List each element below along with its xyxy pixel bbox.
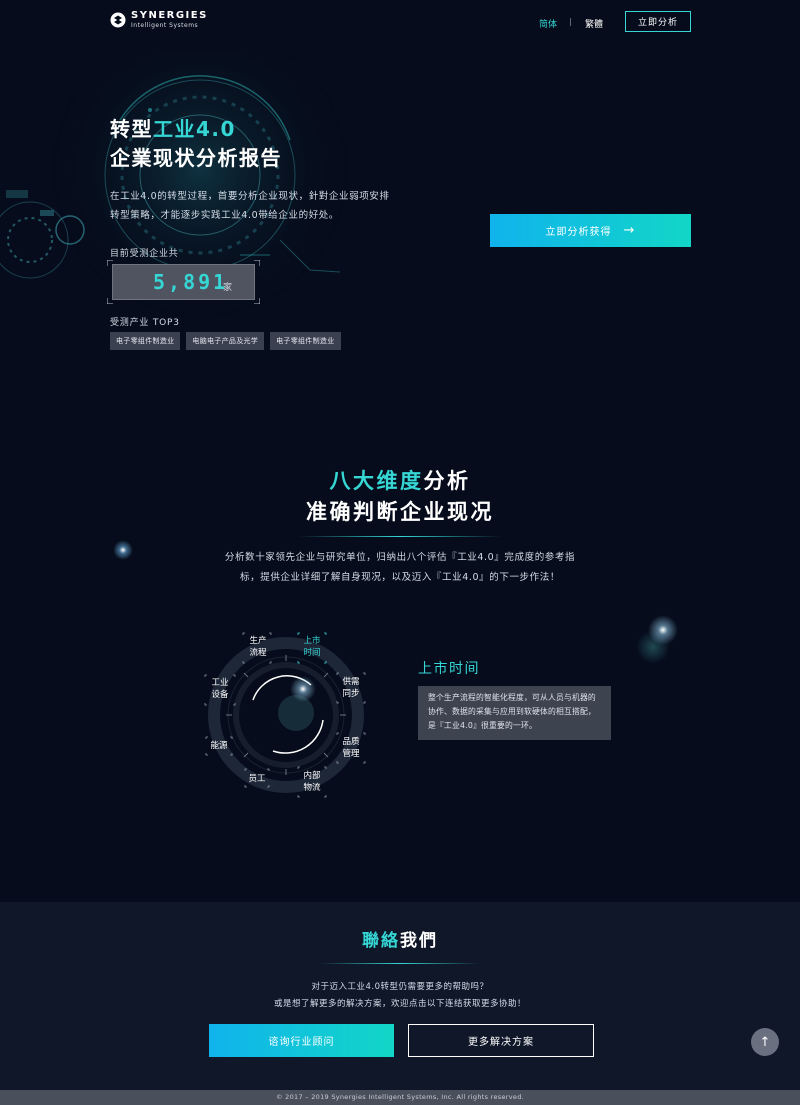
logo-icon — [110, 12, 126, 28]
tested-count-label: 目前受测企业共 — [110, 249, 179, 259]
tested-count-unit: 家 — [223, 283, 233, 293]
dimension-time-to-market[interactable]: 上市 时间 — [299, 635, 325, 659]
sparkle-decoration — [290, 676, 316, 702]
site-header: SYNERGIES Intelligent Systems 简体 | 繁體 立即… — [0, 0, 800, 44]
scroll-to-top-button[interactable]: ↑ — [751, 1028, 779, 1056]
top3-industries-label: 受测产业 TOP3 — [110, 318, 180, 328]
lang-traditional-link[interactable]: 繁體 — [585, 17, 603, 30]
header-analyze-button[interactable]: 立即分析 — [625, 11, 691, 32]
dimension-staff[interactable]: 员工 — [246, 773, 268, 785]
dimensions-description: 分析数十家领先企业与研究单位，归纳出八个评估『工业4.0』完成度的参考指标，提供… — [224, 552, 576, 583]
industry-tags: 电子零组件制造业 电脑电子产品及光学 电子零组件制造业 — [110, 332, 341, 350]
dimension-detail-title: 上市时间 — [418, 661, 480, 677]
industry-tag: 电子零组件制造业 — [270, 332, 341, 350]
brand-name: SYNERGIES — [131, 10, 208, 21]
dimension-quality-management[interactable]: 品质 管理 — [338, 736, 364, 760]
hero-analyze-button[interactable]: 立即分析获得 → — [490, 214, 691, 247]
tested-count-box: 5,891 家 — [112, 264, 255, 300]
tested-count-value: 5,891 — [153, 270, 229, 294]
contact-section: 聯絡我們 对于迈入工业4.0转型仍需要更多的帮助吗？ 或是想了解更多的解决方案，… — [0, 902, 800, 1090]
industry-tag: 电子零组件制造业 — [110, 332, 181, 350]
dimension-supply-demand-sync[interactable]: 供需 同步 — [338, 676, 364, 700]
hero-title: 转型工业4.0 企業现状分析报告 — [110, 117, 282, 170]
sparkle-decoration — [648, 615, 678, 645]
hero-description: 在工业4.0的转型过程，首要分析企业现状，針對企业弱项安排转型策略，才能逐步实践… — [110, 191, 390, 221]
sparkle-decoration — [113, 540, 133, 560]
contact-description: 对于迈入工业4.0转型仍需要更多的帮助吗？ 或是想了解更多的解决方案，欢迎点击以… — [273, 982, 526, 1009]
dimension-detail-text: 整个生产流程的智能化程度，可从人员与机器的协作、数据的采集与应用到软硬体的相互搭… — [418, 686, 611, 740]
arrow-up-icon: ↑ — [759, 1034, 771, 1050]
consult-advisor-button[interactable]: 谘询行业顾问 — [209, 1024, 394, 1057]
arrow-right-icon: → — [623, 223, 636, 238]
brand-subtitle: Intelligent Systems — [131, 22, 199, 29]
dimension-industrial-equipment[interactable]: 工业 设备 — [207, 677, 233, 701]
section-divider — [298, 536, 502, 537]
dimensions-radial-diagram: 生产 流程 上市 时间 供需 同步 品质 管理 内部 物流 员工 能源 工业 设… — [195, 625, 385, 805]
dimensions-title: 八大维度分析 准确判断企业现况 — [306, 469, 494, 524]
dimension-energy[interactable]: 能源 — [207, 740, 231, 752]
lang-separator: | — [569, 17, 572, 26]
industry-tag: 电脑电子产品及光学 — [186, 332, 265, 350]
more-solutions-button[interactable]: 更多解决方案 — [408, 1024, 594, 1057]
brand-logo[interactable]: SYNERGIES Intelligent Systems — [110, 11, 208, 29]
footer-copyright: © 2017 – 2019 Synergies Intelligent Syst… — [0, 1090, 800, 1105]
dimension-production-process[interactable]: 生产 流程 — [245, 635, 271, 659]
dimension-internal-logistics[interactable]: 内部 物流 — [299, 770, 325, 794]
contact-title: 聯絡我們 — [362, 931, 438, 951]
section-divider — [320, 963, 480, 964]
lang-simplified-link[interactable]: 简体 — [539, 17, 557, 30]
